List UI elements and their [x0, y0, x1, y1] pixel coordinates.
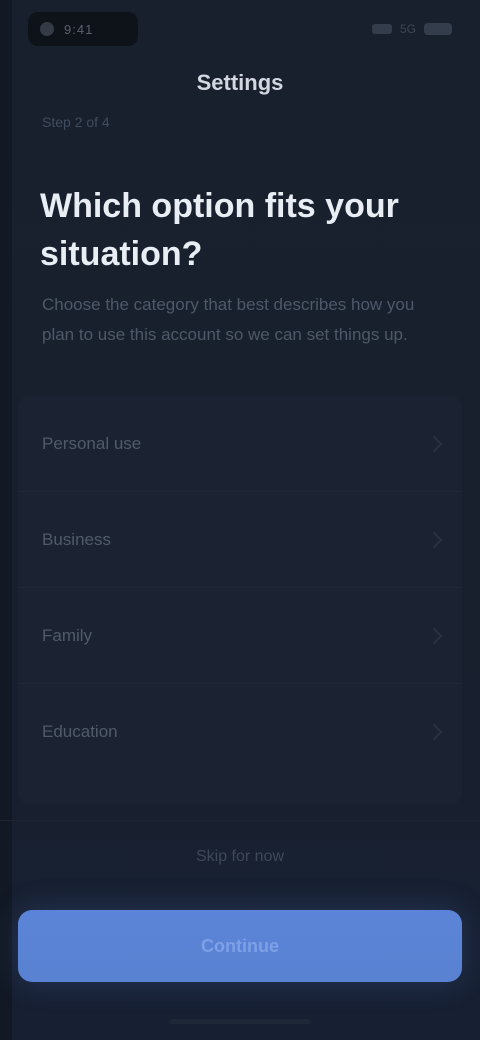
chevron-right-icon — [425, 531, 443, 548]
option-item-family[interactable]: Family — [18, 588, 462, 684]
battery-icon — [424, 23, 452, 35]
step-indicator: Step 2 of 4 — [42, 114, 110, 130]
footer-divider — [0, 820, 480, 821]
status-pill: 9:41 — [28, 12, 138, 46]
status-indicators: 5G — [371, 22, 452, 36]
main-heading: Which option fits your situation? — [40, 187, 399, 273]
option-item-business[interactable]: Business — [18, 492, 462, 588]
status-time: 9:41 — [64, 21, 94, 37]
options-list: Personal use Business Family Education — [18, 396, 462, 804]
continue-button[interactable]: Continue — [18, 910, 462, 982]
option-label: Personal use — [42, 433, 142, 453]
home-indicator[interactable] — [170, 1019, 310, 1024]
option-item-education[interactable]: Education — [18, 684, 462, 780]
skip-link[interactable]: Skip for now — [0, 848, 480, 866]
page-title: Settings — [196, 70, 284, 95]
left-edge — [0, 0, 12, 1040]
signal-icon — [371, 24, 392, 34]
camera-dot-icon — [40, 22, 54, 36]
option-item-personal[interactable]: Personal use — [18, 396, 462, 492]
chevron-right-icon — [425, 435, 443, 452]
option-label: Family — [42, 625, 93, 645]
chevron-right-icon — [425, 723, 443, 741]
network-label: 5G — [399, 22, 416, 36]
option-label: Education — [42, 722, 118, 741]
option-label: Business — [42, 529, 111, 549]
main-description: Choose the category that best describes … — [42, 295, 415, 344]
app-screen: 9:41 5G Settings Step 2 of 4 Which optio… — [0, 0, 480, 1040]
chevron-right-icon — [425, 627, 443, 644]
status-bar: 9:41 5G — [0, 0, 480, 56]
